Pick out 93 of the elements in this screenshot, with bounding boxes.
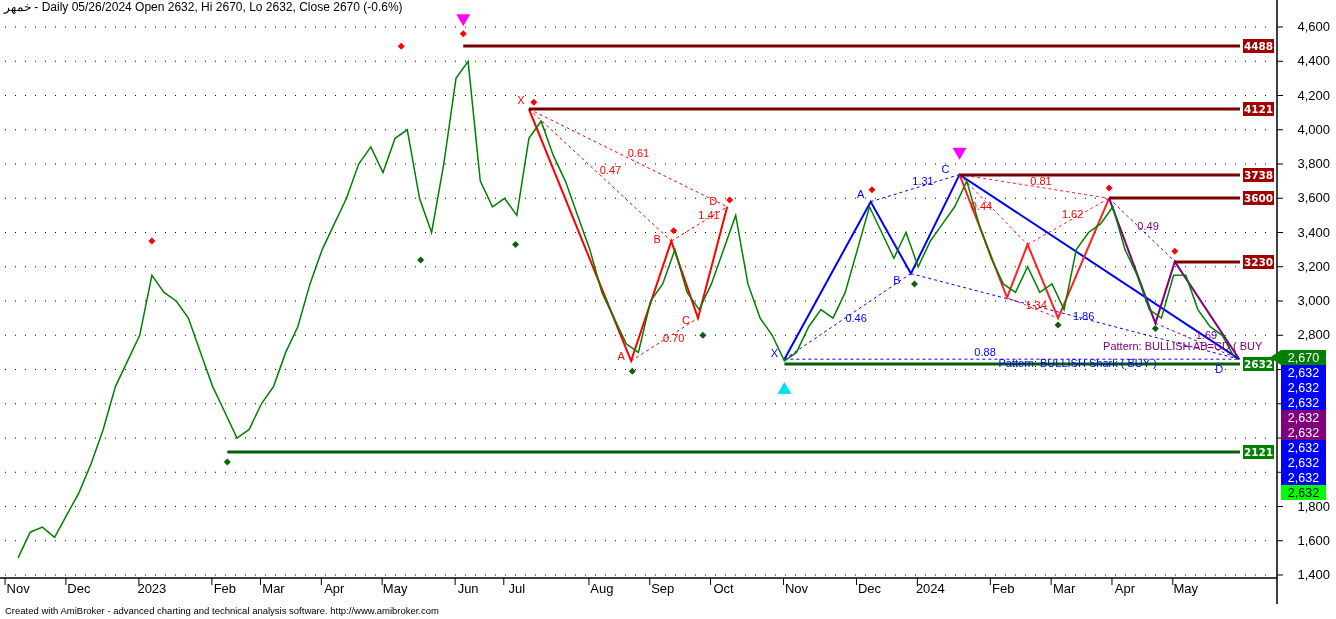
diamond-marker: [1105, 184, 1113, 192]
y-axis-label: 4,200: [1297, 87, 1330, 103]
x-axis-label: Feb: [213, 581, 237, 596]
y-axis-label: 4,000: [1297, 121, 1330, 137]
point-label: B: [653, 233, 661, 246]
diamond-marker: [530, 98, 538, 106]
x-axis-label: May: [1173, 581, 1199, 596]
diamond-marker: [397, 42, 405, 50]
diamond-marker: [670, 227, 678, 235]
point-label: C: [682, 314, 690, 327]
ratio-label: 0.81: [1030, 174, 1052, 187]
x-axis-label: Mar: [262, 581, 285, 596]
level-tag: 3230: [1243, 255, 1274, 269]
point-label: C: [941, 162, 950, 175]
point-label: A: [617, 349, 625, 362]
x-axis-label: Oct: [713, 581, 734, 596]
diamond-marker: [726, 196, 734, 204]
x-axis-label: Apr: [1114, 581, 1136, 596]
diamond-marker: [512, 241, 520, 248]
level-tag: 2121: [1243, 445, 1274, 459]
triangle-marker: [456, 14, 471, 27]
x-axis-label: Jun: [457, 581, 479, 596]
diamond-marker: [417, 256, 425, 264]
x-axis-label: Feb: [992, 581, 1015, 596]
x-axis-label: Mar: [1052, 581, 1076, 596]
price-tag: 2,632: [1281, 410, 1326, 425]
level-tag: 4121: [1243, 102, 1274, 116]
diamond-marker: [223, 458, 231, 466]
level-tag: 2632: [1243, 357, 1274, 371]
diamond-marker: [1151, 324, 1159, 332]
price-tag: 2,632: [1281, 455, 1326, 470]
level-tag: 3738: [1243, 168, 1274, 182]
price-tag: 2,632: [1281, 425, 1326, 440]
x-axis-label: Dec: [67, 581, 91, 596]
x-axis-label: May: [382, 581, 408, 596]
x-axis-label: Nov: [6, 581, 30, 596]
y-axis-label: 1,800: [1297, 498, 1330, 514]
y-axis-label: 4,400: [1297, 53, 1330, 69]
level-tag: 4488: [1243, 39, 1274, 53]
y-axis-label: 1,600: [1297, 532, 1330, 548]
point-label: B: [893, 273, 901, 286]
ratio-label: 1.31: [912, 174, 934, 187]
y-axis-label: 3,200: [1297, 258, 1330, 274]
x-axis-label: Jul: [508, 581, 526, 596]
chart-title: خمهر - Daily 05/26/2024 Open 2632, Hi 2670, Lo 2632, Close 2670 (-0.6%): [4, 0, 403, 15]
diamond-marker: [1171, 247, 1179, 255]
price-tag: 2,632: [1281, 365, 1326, 380]
diamond-marker: [459, 30, 467, 38]
y-axis-label: 3,600: [1297, 190, 1330, 206]
x-axis-label: 2024: [915, 581, 945, 596]
price-tag: 2,632: [1281, 380, 1326, 395]
ratio-label: 1.62: [1061, 207, 1084, 220]
ratio-label: 0.46: [845, 311, 867, 324]
point-label: X: [517, 94, 525, 107]
y-axis-label: 3,400: [1297, 224, 1330, 240]
footer-text: Created with AmiBroker - advanced charting and technical analysis software. http://www.amibroker.com: [4, 604, 441, 617]
y-axis-label: 3,000: [1297, 293, 1330, 308]
pattern-label: Pattern: BULLISH Shark ( BUY ): [998, 357, 1157, 370]
ratio-label: 0.61: [627, 147, 650, 160]
ratio-label: 1.86: [1072, 310, 1095, 323]
price-tag: 2,632: [1281, 395, 1326, 410]
diamond-marker: [911, 280, 919, 288]
point-label: X: [770, 347, 779, 360]
ratio-label: 0.70: [663, 332, 685, 344]
x-axis-label: 2023: [137, 581, 167, 596]
x-axis-label: Aug: [590, 581, 614, 596]
diamond-marker: [1054, 321, 1062, 329]
y-axis-label: 3,800: [1297, 156, 1330, 171]
diamond-marker: [868, 186, 876, 194]
diamond-marker: [699, 331, 707, 339]
y-axis-label: 4,600: [1297, 19, 1330, 34]
triangle-marker: [777, 382, 792, 394]
point-label: A: [857, 187, 865, 200]
point-label: D: [1215, 363, 1224, 376]
diamond-marker: [148, 237, 156, 245]
ratio-label: 1.41: [698, 209, 720, 222]
ratio-label: 1.34: [1025, 299, 1047, 312]
level-tag: 3600: [1243, 191, 1274, 205]
price-tag: 2,632: [1281, 440, 1326, 455]
price-tag: 2,632: [1281, 470, 1326, 485]
x-axis-label: Sep: [651, 581, 675, 596]
x-axis-label: Nov: [785, 581, 809, 596]
triangle-marker: [952, 147, 967, 160]
point-label: D: [709, 194, 718, 207]
x-axis-label: Apr: [324, 581, 345, 596]
price-tag: 2,632: [1281, 485, 1326, 500]
ratio-label: 0.88: [974, 346, 996, 359]
ratio-label: 0.47: [599, 164, 622, 176]
ratio-label: 0.49: [1137, 220, 1159, 232]
x-axis-label: Dec: [857, 581, 882, 596]
diamond-marker: [628, 367, 636, 375]
y-axis-label: 1,400: [1297, 567, 1330, 582]
y-axis-label: 2,800: [1297, 327, 1330, 343]
